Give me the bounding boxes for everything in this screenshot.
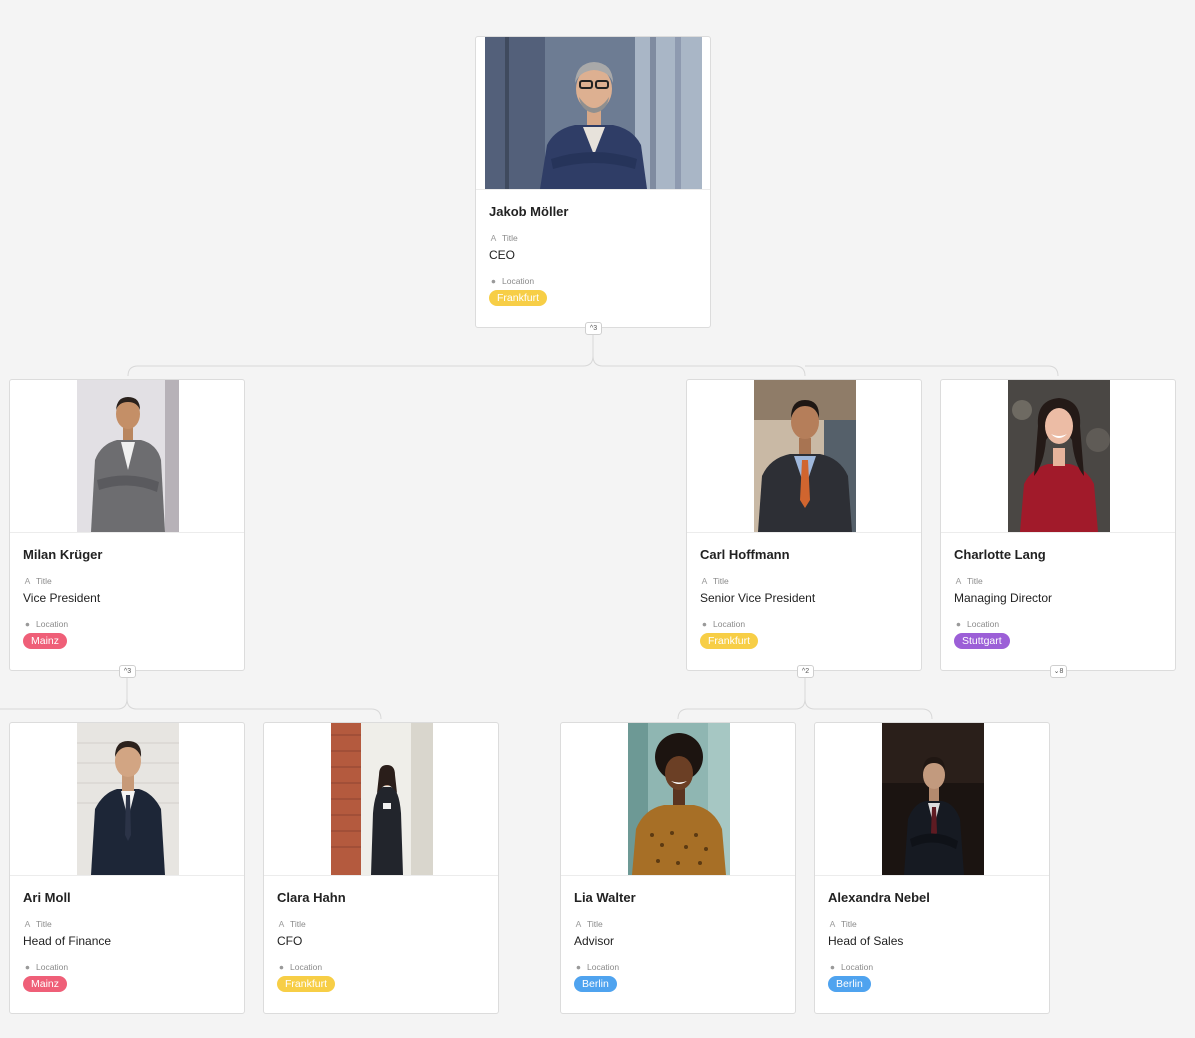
person-title: CFO <box>277 934 303 948</box>
profile-photo <box>485 37 702 189</box>
single-select-icon: ● <box>24 619 31 629</box>
text-field-icon: A <box>575 919 582 929</box>
person-card-charlotte[interactable]: Charlotte Lang A Title Managing Director… <box>940 379 1176 671</box>
single-select-icon: ● <box>829 962 836 972</box>
location-badge: Frankfurt <box>700 633 759 649</box>
person-name: Charlotte Lang <box>954 547 1046 562</box>
location-field-label: ● Location <box>829 962 874 972</box>
person-title: Advisor <box>574 934 615 948</box>
person-name: Lia Walter <box>574 890 636 905</box>
text-field-icon: A <box>24 576 31 586</box>
person-name: Milan Krüger <box>23 547 103 562</box>
single-select-icon: ● <box>575 962 582 972</box>
person-card-carl[interactable]: Carl Hoffmann A Title Senior Vice Presid… <box>686 379 922 671</box>
text-field-icon: A <box>701 576 708 586</box>
text-field-icon: A <box>278 919 285 929</box>
profile-photo <box>77 380 179 532</box>
location-field-label: ● Location <box>24 962 69 972</box>
expand-children-toggle[interactable]: ⌄8 <box>1050 665 1067 678</box>
person-card-milan[interactable]: Milan Krüger A Title Vice President ● Lo… <box>9 379 245 671</box>
title-field-label: A Title <box>24 576 52 586</box>
person-card-ari[interactable]: Ari Moll A Title Head of Finance ● Locat… <box>9 722 245 1014</box>
title-field-label: A Title <box>575 919 603 929</box>
location-badge: Mainz <box>23 976 68 992</box>
single-select-icon: ● <box>490 276 497 286</box>
collapse-children-toggle[interactable]: ^3 <box>119 665 136 678</box>
title-field-label: A Title <box>490 233 518 243</box>
text-field-icon: A <box>490 233 497 243</box>
text-field-icon: A <box>955 576 962 586</box>
person-card-jakob[interactable]: Jakob Möller A Title CEO ● Location Fran… <box>475 36 711 328</box>
profile-photo <box>628 723 730 875</box>
location-field-label: ● Location <box>278 962 323 972</box>
text-field-icon: A <box>829 919 836 929</box>
person-title: Managing Director <box>954 591 1053 605</box>
person-title: CEO <box>489 248 516 262</box>
person-name: Alexandra Nebel <box>828 890 930 905</box>
title-field-label: A Title <box>701 576 729 586</box>
location-badge: Mainz <box>23 633 68 649</box>
collapse-children-toggle[interactable]: ^3 <box>585 322 602 335</box>
person-name: Jakob Möller <box>489 204 569 219</box>
location-badge: Stuttgart <box>954 633 1010 649</box>
title-field-label: A Title <box>955 576 983 586</box>
person-name: Clara Hahn <box>277 890 346 905</box>
profile-photo <box>1008 380 1110 532</box>
collapse-children-toggle[interactable]: ^2 <box>797 665 814 678</box>
location-badge: Frankfurt <box>489 290 548 306</box>
location-field-label: ● Location <box>24 619 69 629</box>
single-select-icon: ● <box>24 962 31 972</box>
text-field-icon: A <box>24 919 31 929</box>
profile-photo <box>754 380 856 532</box>
profile-photo <box>77 723 179 875</box>
person-title: Senior Vice President <box>700 591 816 605</box>
single-select-icon: ● <box>278 962 285 972</box>
person-card-clara[interactable]: Clara Hahn A Title CFO ● Location Frankf… <box>263 722 499 1014</box>
profile-photo <box>331 723 433 875</box>
location-field-label: ● Location <box>955 619 1000 629</box>
location-badge: Frankfurt <box>277 976 336 992</box>
profile-photo <box>882 723 984 875</box>
title-field-label: A Title <box>278 919 306 929</box>
location-badge: Berlin <box>828 976 871 992</box>
single-select-icon: ● <box>955 619 962 629</box>
person-name: Carl Hoffmann <box>700 547 790 562</box>
person-name: Ari Moll <box>23 890 71 905</box>
location-field-label: ● Location <box>575 962 620 972</box>
title-field-label: A Title <box>829 919 857 929</box>
person-card-alexandra[interactable]: Alexandra Nebel A Title Head of Sales ● … <box>814 722 1050 1014</box>
single-select-icon: ● <box>701 619 708 629</box>
person-title: Head of Finance <box>23 934 112 948</box>
location-field-label: ● Location <box>701 619 746 629</box>
title-field-label: A Title <box>24 919 52 929</box>
person-title: Head of Sales <box>828 934 904 948</box>
location-field-label: ● Location <box>490 276 535 286</box>
location-badge: Berlin <box>574 976 617 992</box>
person-title: Vice President <box>23 591 101 605</box>
person-card-lia[interactable]: Lia Walter A Title Advisor ● Location Be… <box>560 722 796 1014</box>
